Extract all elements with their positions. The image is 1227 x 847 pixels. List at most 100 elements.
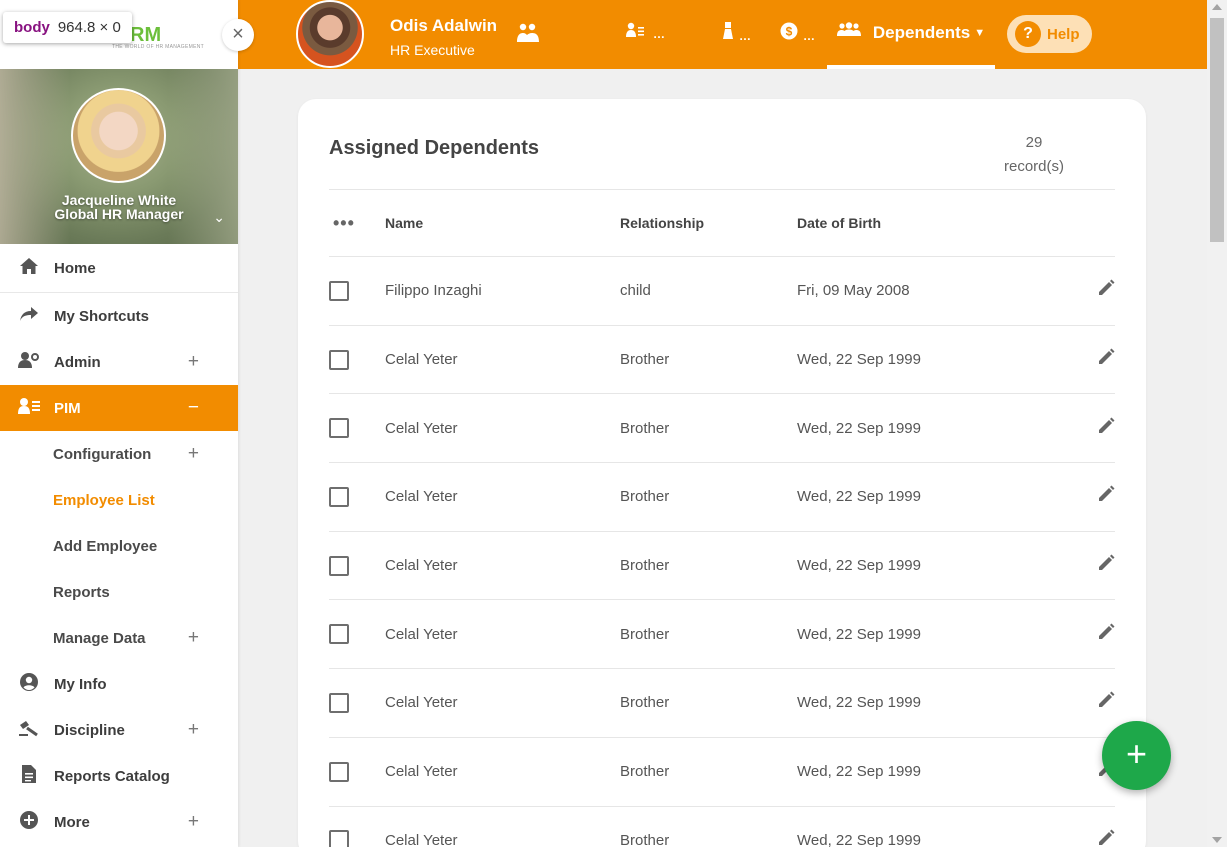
edit-pencil-icon[interactable] xyxy=(1029,348,1115,371)
user-avatar[interactable] xyxy=(296,0,364,68)
row-checkbox[interactable] xyxy=(329,280,385,301)
sidebar-item-label: More xyxy=(54,813,90,831)
scrollbar-thumb[interactable] xyxy=(1210,18,1224,242)
table-row[interactable]: Celal Yeter Brother Wed, 22 Sep 1999 xyxy=(329,600,1115,670)
row-checkbox[interactable] xyxy=(329,349,385,370)
expand-plus-icon[interactable]: + xyxy=(188,719,199,741)
row-checkbox[interactable] xyxy=(329,486,385,507)
sidebar-item-more[interactable]: More + xyxy=(0,799,238,845)
switch-employee-icon[interactable] xyxy=(516,22,540,49)
column-header-dob[interactable]: Date of Birth xyxy=(797,215,1029,231)
page-scrollbar[interactable] xyxy=(1207,0,1227,847)
home-icon xyxy=(18,257,40,280)
expand-plus-icon[interactable]: + xyxy=(188,627,199,649)
edit-pencil-icon[interactable] xyxy=(1029,691,1115,714)
row-checkbox[interactable] xyxy=(329,555,385,576)
table-row[interactable]: Celal Yeter Brother Wed, 22 Sep 1999 xyxy=(329,326,1115,395)
column-header-relationship[interactable]: Relationship xyxy=(620,215,797,231)
collapse-minus-icon[interactable]: − xyxy=(188,397,199,419)
discipline-icon xyxy=(18,719,40,742)
column-header-name[interactable]: Name xyxy=(385,215,620,231)
expand-plus-icon[interactable]: + xyxy=(188,443,199,465)
edit-pencil-icon[interactable] xyxy=(1029,829,1115,847)
sidebar-subitem-employee-list[interactable]: Employee List xyxy=(0,477,238,523)
record-count-number: 29 xyxy=(1025,134,1043,151)
row-checkbox[interactable] xyxy=(329,830,385,847)
table-row[interactable]: Celal Yeter Brother Wed, 22 Sep 1999 xyxy=(329,532,1115,601)
pim-icon xyxy=(18,397,40,420)
expand-plus-icon[interactable]: + xyxy=(188,811,199,833)
sidebar-item-label: My Shortcuts xyxy=(54,307,150,325)
edit-pencil-icon[interactable] xyxy=(1029,554,1115,577)
row-checkbox[interactable] xyxy=(329,418,385,439)
share-arrow-icon xyxy=(18,306,40,327)
award-icon xyxy=(722,22,739,44)
question-icon: ? xyxy=(1015,21,1041,47)
edit-pencil-icon[interactable] xyxy=(1029,623,1115,646)
tab-label: … xyxy=(653,27,666,41)
profile-role-text: Global HR Manager xyxy=(54,206,184,222)
help-button[interactable]: ? Help xyxy=(1007,15,1092,53)
table-row[interactable]: Celal Yeter Brother Wed, 22 Sep 1999 xyxy=(329,394,1115,464)
sidebar-nav: Home My Shortcuts Admin + PIM − Configur… xyxy=(0,244,238,845)
dependents-card: Assigned Dependents 29 record(s) ••• Nam… xyxy=(298,99,1146,847)
more-options-icon[interactable]: ••• xyxy=(329,213,385,234)
sidebar-subitem-add-employee[interactable]: Add Employee xyxy=(0,523,238,569)
tab-salary[interactable]: $ … xyxy=(780,22,815,45)
cell-name: Celal Yeter xyxy=(385,625,458,643)
table-row[interactable]: Celal Yeter Brother Wed, 22 Sep 1999 xyxy=(329,669,1115,738)
sidebar: RM THE WORLD OF HR MANAGEMENT × Jacqueli… xyxy=(0,0,254,847)
row-checkbox[interactable] xyxy=(329,624,385,645)
tab-award[interactable]: … xyxy=(722,22,751,45)
sidebar-item-admin[interactable]: Admin + xyxy=(0,339,238,385)
cell-relationship: Brother xyxy=(620,694,670,712)
cell-name: Celal Yeter xyxy=(385,488,458,506)
sidebar-subitem-configuration[interactable]: Configuration + xyxy=(0,431,238,477)
cell-relationship: child xyxy=(620,282,651,300)
scroll-up-icon[interactable] xyxy=(1212,4,1222,10)
cell-dob: Wed, 22 Sep 1999 xyxy=(797,351,921,369)
chevron-down-icon[interactable]: ⌄ xyxy=(213,209,225,226)
add-dependent-button[interactable]: + xyxy=(1102,721,1171,790)
sidebar-item-reports-catalog[interactable]: Reports Catalog xyxy=(0,753,238,799)
table-row[interactable]: Celal Yeter Brother Wed, 22 Sep 1999 xyxy=(329,807,1115,847)
cell-name: Celal Yeter xyxy=(385,831,458,847)
table-row[interactable]: Celal Yeter Brother Wed, 22 Sep 1999 xyxy=(329,463,1115,532)
employee-list-icon xyxy=(626,22,653,42)
cell-name: Celal Yeter xyxy=(385,763,458,781)
edit-pencil-icon[interactable] xyxy=(1029,485,1115,508)
plus-icon: + xyxy=(1125,733,1148,774)
sidebar-item-pim[interactable]: PIM − xyxy=(0,385,238,431)
profile-name: Jacqueline White Global HR Manager xyxy=(0,193,238,221)
close-sidebar-button[interactable]: × xyxy=(222,19,254,51)
svg-text:$: $ xyxy=(786,25,793,39)
sidebar-item-my-info[interactable]: My Info xyxy=(0,661,238,707)
cell-name: Filippo Inzaghi xyxy=(385,282,482,300)
profile-avatar[interactable] xyxy=(71,88,166,183)
row-checkbox[interactable] xyxy=(329,761,385,782)
top-bar: Odis Adalwin HR Executive … … $ … Depend… xyxy=(238,0,1207,69)
sidebar-item-discipline[interactable]: Discipline + xyxy=(0,707,238,753)
tab-dependents[interactable]: Dependents ▼ xyxy=(827,0,995,69)
sidebar-item-my-shortcuts[interactable]: My Shortcuts xyxy=(0,293,238,339)
cell-relationship: Brother xyxy=(620,557,670,575)
edit-pencil-icon[interactable] xyxy=(1029,279,1115,302)
expand-plus-icon[interactable]: + xyxy=(188,351,199,373)
edit-pencil-icon[interactable] xyxy=(1029,417,1115,440)
sidebar-subitem-reports[interactable]: Reports xyxy=(0,569,238,615)
table-row[interactable]: Celal Yeter Brother Wed, 22 Sep 1999 xyxy=(329,738,1115,807)
tab-employee-list[interactable]: … xyxy=(626,22,665,43)
cell-name: Celal Yeter xyxy=(385,557,458,575)
sidebar-item-home[interactable]: Home xyxy=(0,244,238,293)
table-row[interactable]: Filippo Inzaghi child Fri, 09 May 2008 xyxy=(329,257,1115,326)
admin-gear-icon xyxy=(18,351,40,374)
table-body: Filippo Inzaghi child Fri, 09 May 2008 Cela… xyxy=(329,257,1115,847)
cell-relationship: Brother xyxy=(620,625,670,643)
sidebar-subitem-manage-data[interactable]: Manage Data + xyxy=(0,615,238,661)
tab-label: … xyxy=(739,29,752,43)
inspector-tag: body xyxy=(14,19,50,36)
row-checkbox[interactable] xyxy=(329,692,385,713)
tab-label: … xyxy=(803,29,816,43)
scroll-down-icon[interactable] xyxy=(1212,837,1222,843)
sidebar-subitem-label: Employee List xyxy=(53,491,155,509)
